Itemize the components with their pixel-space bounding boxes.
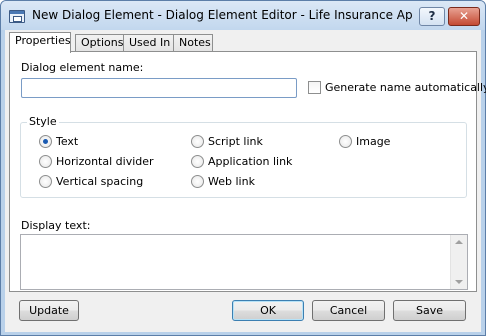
title-bar[interactable]: New Dialog Element - Dialog Element Edit… xyxy=(1,1,485,30)
display-text-scrollbar[interactable] xyxy=(450,235,467,289)
scroll-down-arrow-icon[interactable] xyxy=(455,280,463,284)
display-text-label: Display text: xyxy=(21,219,91,232)
ok-button[interactable]: OK xyxy=(232,300,304,321)
save-button[interactable]: Save xyxy=(393,300,466,321)
dialog-element-name-input[interactable] xyxy=(21,78,297,98)
dialog-window: New Dialog Element - Dialog Element Edit… xyxy=(0,0,486,336)
style-vertical-spacing-label[interactable]: Vertical spacing xyxy=(56,175,143,188)
style-image-radio[interactable] xyxy=(339,135,352,148)
style-script-link-radio[interactable] xyxy=(191,135,204,148)
style-web-link-radio[interactable] xyxy=(191,175,204,188)
style-text-radio[interactable] xyxy=(39,135,52,148)
style-horizontal-divider-label[interactable]: Horizontal divider xyxy=(56,155,154,168)
cancel-button[interactable]: Cancel xyxy=(312,300,385,321)
window-title: New Dialog Element - Dialog Element Edit… xyxy=(32,8,412,22)
style-vertical-spacing-radio[interactable] xyxy=(39,175,52,188)
dialog-element-name-label: Dialog element name: xyxy=(21,61,144,74)
tab-notes[interactable]: Notes xyxy=(173,34,213,52)
close-button[interactable]: ✕ xyxy=(448,7,480,26)
help-button[interactable]: ? xyxy=(419,7,445,26)
style-application-link-radio[interactable] xyxy=(191,155,204,168)
dialog-body: Properties Options Used In Notes Dialog … xyxy=(5,30,486,332)
style-group: Style Text Horizontal divider Vertical s… xyxy=(20,115,467,198)
tab-used-in[interactable]: Used In xyxy=(123,34,174,52)
style-horizontal-divider-radio[interactable] xyxy=(39,155,52,168)
dialog-editor-icon xyxy=(9,10,25,23)
scroll-up-arrow-icon[interactable] xyxy=(455,240,463,244)
style-image-label[interactable]: Image xyxy=(356,135,390,148)
update-button[interactable]: Update xyxy=(19,300,79,321)
properties-panel: Dialog element name: Generate name autom… xyxy=(9,51,486,292)
generate-name-label[interactable]: Generate name automatically xyxy=(325,81,486,94)
display-text-area[interactable] xyxy=(20,234,468,290)
style-application-link-label[interactable]: Application link xyxy=(208,155,292,168)
style-text-label[interactable]: Text xyxy=(56,135,78,148)
style-script-link-label[interactable]: Script link xyxy=(208,135,263,148)
style-group-label: Style xyxy=(27,115,59,128)
style-web-link-label[interactable]: Web link xyxy=(208,175,255,188)
tab-options[interactable]: Options xyxy=(75,34,124,52)
generate-name-checkbox[interactable] xyxy=(308,81,321,94)
tab-properties[interactable]: Properties xyxy=(9,32,71,53)
